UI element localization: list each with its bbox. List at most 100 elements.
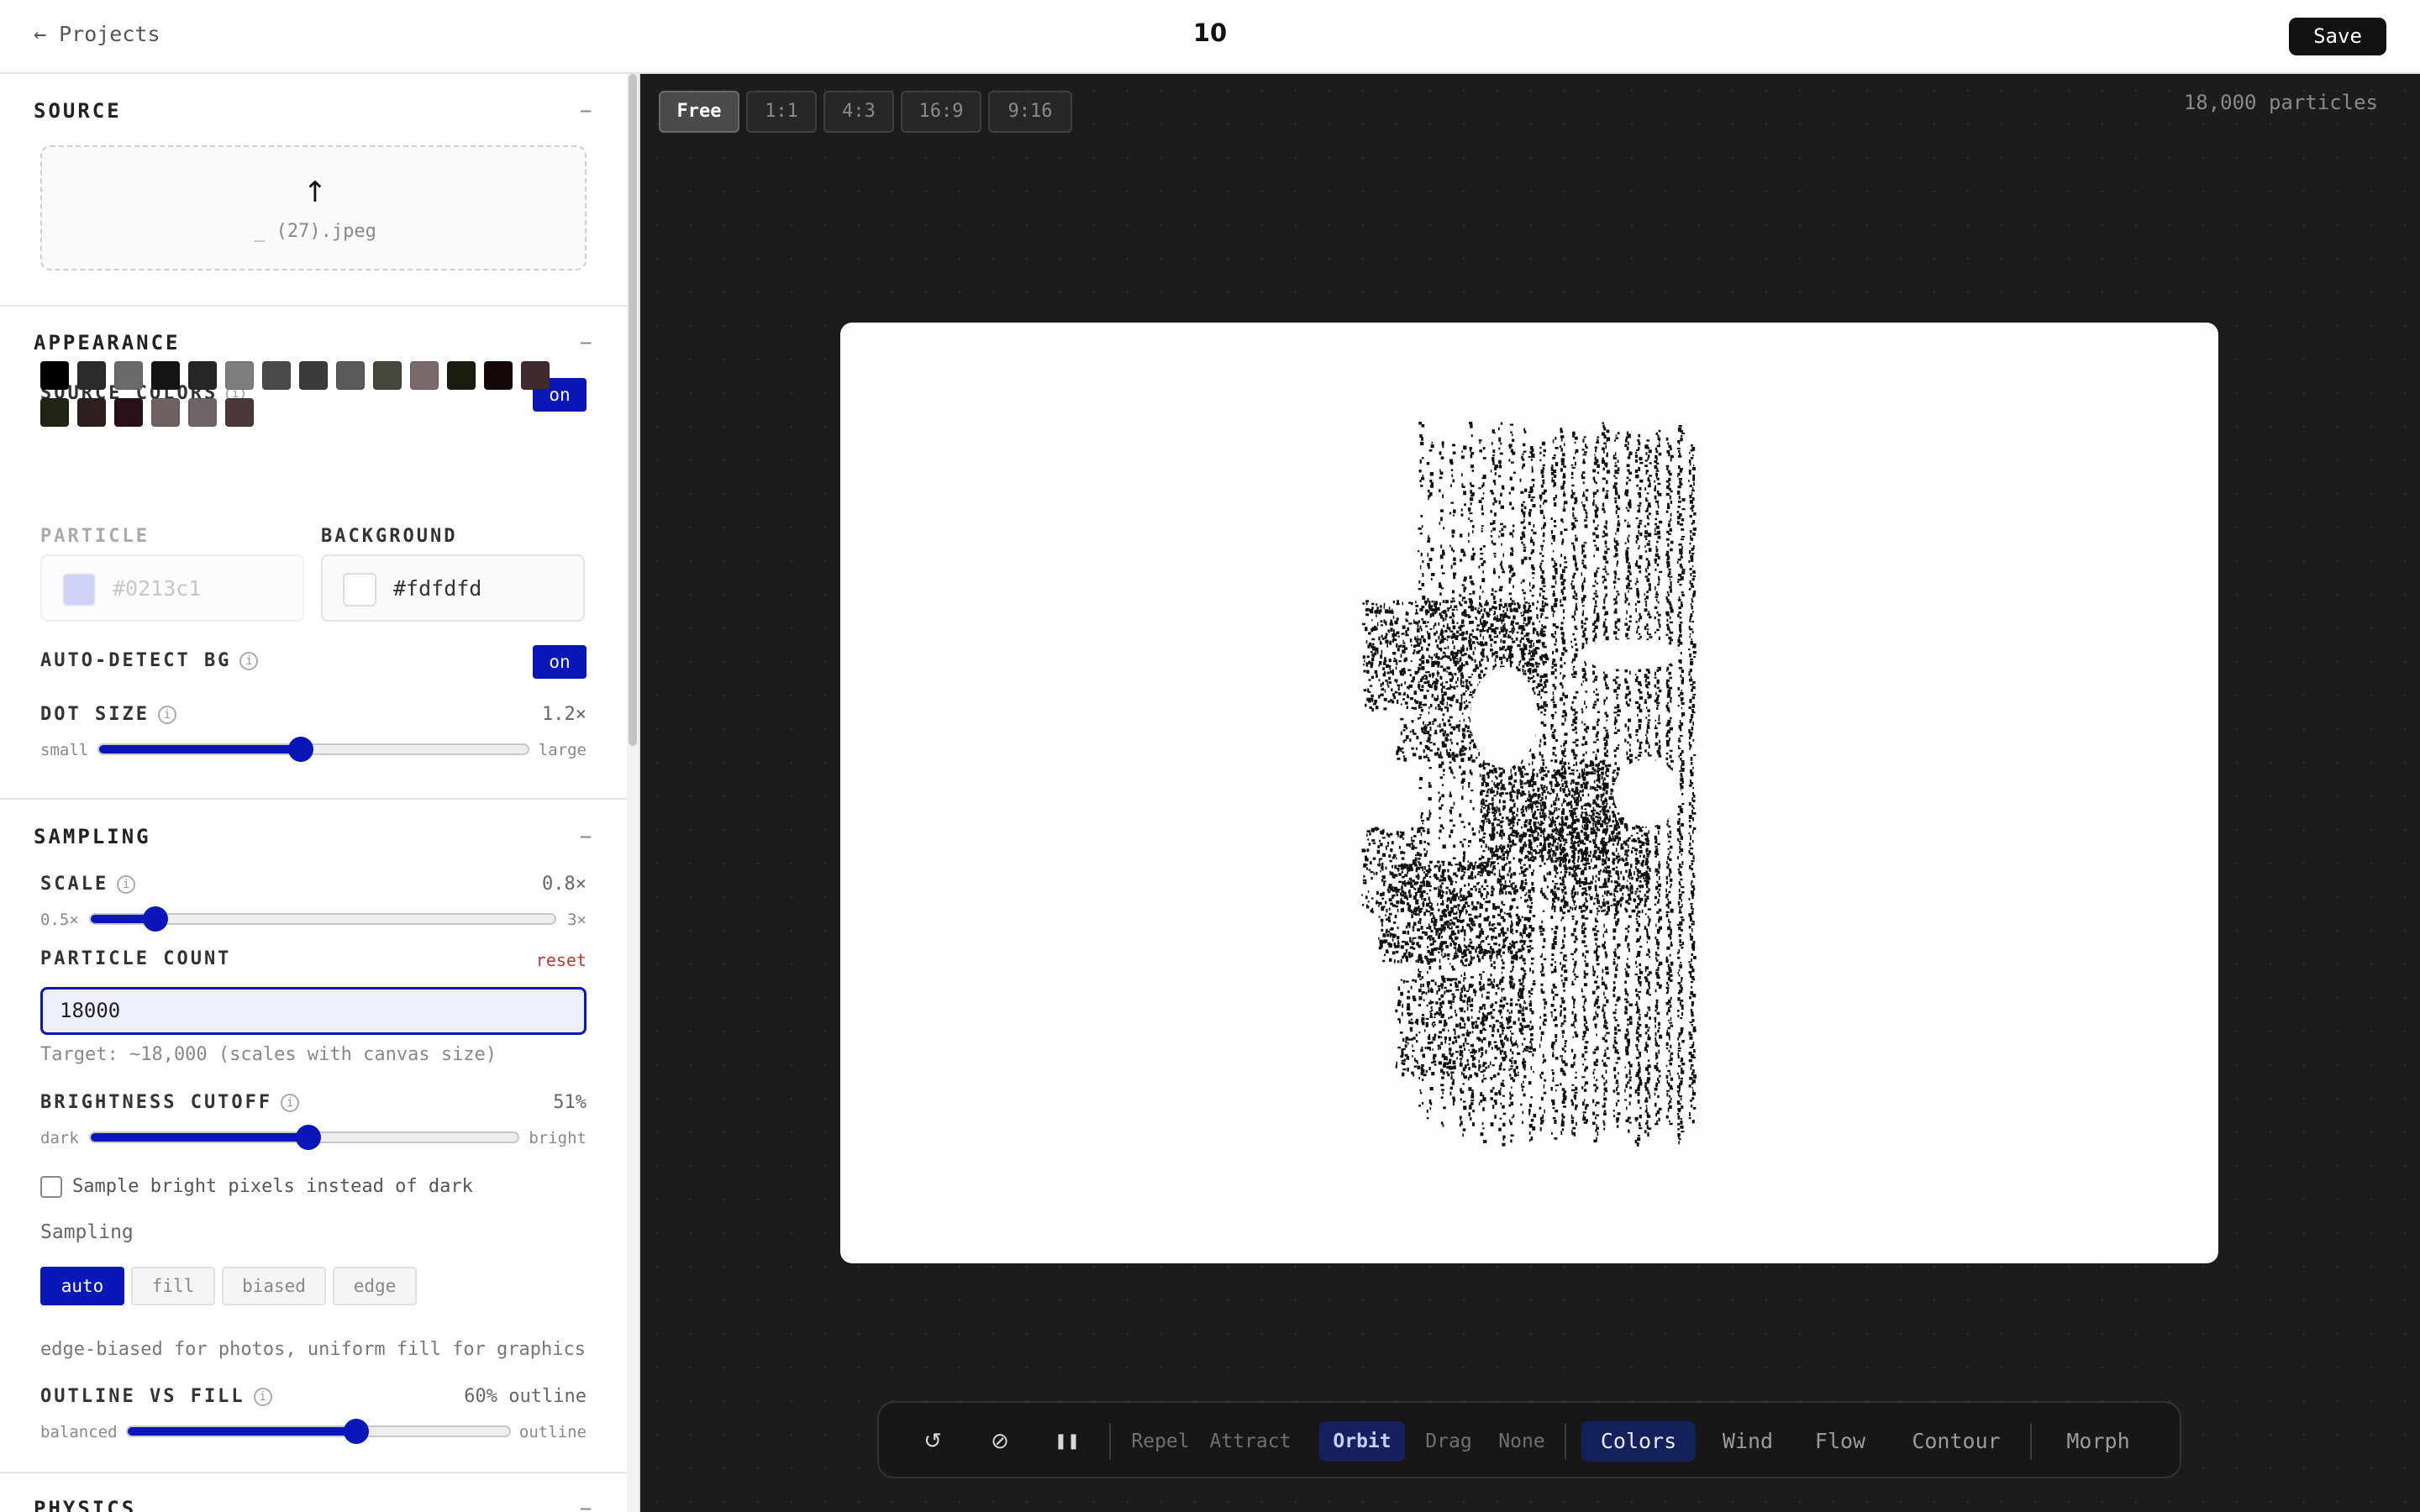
effect-colors-button[interactable]: Colors xyxy=(1581,1421,1696,1462)
background-color-hex[interactable]: #fdfdfd xyxy=(393,576,481,601)
slider-thumb[interactable] xyxy=(344,1419,370,1444)
aspect-ratio-16-9[interactable]: 16:9 xyxy=(901,91,981,133)
appearance-collapse-toggle[interactable]: − xyxy=(580,331,592,354)
effect-contour-button[interactable]: Contour xyxy=(1902,1421,2010,1462)
info-icon[interactable]: i xyxy=(157,706,176,724)
aspect-ratio-free[interactable]: Free xyxy=(659,91,739,133)
source-collapse-toggle[interactable]: − xyxy=(580,99,592,123)
highlight-gap xyxy=(1580,639,1681,669)
color-swatch[interactable] xyxy=(114,398,143,427)
color-swatch[interactable] xyxy=(40,398,69,427)
top-bar: ← Projects 10 Save xyxy=(0,0,2420,74)
particle-color-hex[interactable]: #0213c1 xyxy=(113,576,201,601)
outline-vs-fill-slider[interactable] xyxy=(126,1419,511,1444)
particle-color-field[interactable]: #0213c1 xyxy=(40,554,304,622)
sampling-heading: SAMPLING xyxy=(34,825,151,848)
effect-wind-button[interactable]: Wind xyxy=(1714,1421,1781,1462)
slider-thumb[interactable] xyxy=(143,906,169,932)
color-swatch[interactable] xyxy=(40,361,69,390)
sampling-mode-auto[interactable]: auto xyxy=(40,1267,124,1305)
sampling-mode-label: Sampling xyxy=(40,1221,134,1243)
sampling-mode-biased[interactable]: biased xyxy=(222,1267,326,1305)
upload-arrow-icon: ↑ xyxy=(302,176,328,209)
sampling-mode-fill[interactable]: fill xyxy=(131,1267,215,1305)
aspect-ratio-1-1[interactable]: 1:1 xyxy=(746,91,817,133)
background-color-field[interactable]: #fdfdfd xyxy=(321,554,585,622)
upload-dropzone[interactable]: ↑ _ (27).jpeg xyxy=(40,145,587,270)
mode-repel-button[interactable]: Repel xyxy=(1129,1421,1192,1462)
auto-detect-bg-label: AUTO-DETECT BG i xyxy=(40,650,259,671)
info-icon[interactable]: i xyxy=(253,1388,272,1406)
color-swatch[interactable] xyxy=(225,361,254,390)
sampling-collapse-toggle[interactable]: − xyxy=(580,825,592,848)
info-icon[interactable]: i xyxy=(239,652,259,670)
color-swatch[interactable] xyxy=(151,361,180,390)
color-swatch[interactable] xyxy=(336,361,365,390)
dot-size-label: DOT SIZE i xyxy=(40,704,176,725)
particle-count-hint: Target: ~18,000 (scales with canvas size… xyxy=(40,1044,497,1065)
particle-count-label: PARTICLE COUNT xyxy=(40,948,232,969)
save-button[interactable]: Save xyxy=(2289,18,2386,55)
color-swatch[interactable] xyxy=(77,361,106,390)
scale-slider[interactable] xyxy=(89,906,556,932)
sidebar-scrollbar[interactable] xyxy=(627,74,639,1512)
info-icon[interactable]: i xyxy=(117,875,136,894)
section-divider xyxy=(0,798,627,800)
scale-label: SCALE i xyxy=(40,874,136,895)
sample-bright-checkbox[interactable] xyxy=(40,1176,62,1198)
aspect-ratio-4-3[interactable]: 4:3 xyxy=(823,91,894,133)
section-divider xyxy=(0,1472,627,1473)
particle-canvas[interactable] xyxy=(840,323,2218,1263)
slider-fill xyxy=(91,1133,309,1142)
sidebar-scrollbar-thumb[interactable] xyxy=(629,74,637,746)
color-swatch[interactable] xyxy=(188,361,217,390)
particle-count-input[interactable]: 18000 xyxy=(40,987,587,1035)
brightness-cutoff-slider[interactable] xyxy=(89,1125,519,1150)
dot-size-min-label: small xyxy=(40,741,89,759)
aspect-ratio-9-16[interactable]: 9:16 xyxy=(988,91,1072,133)
source-heading: SOURCE xyxy=(34,99,122,123)
color-swatch[interactable] xyxy=(151,398,180,427)
sampling-mode-edge[interactable]: edge xyxy=(333,1267,417,1305)
color-swatch[interactable] xyxy=(484,361,513,390)
project-title: 10 xyxy=(1192,18,1228,47)
particle-count-reset-link[interactable]: reset xyxy=(536,950,587,970)
color-swatch[interactable] xyxy=(77,398,106,427)
info-icon[interactable]: i xyxy=(281,1094,300,1112)
mode-none-button[interactable]: None xyxy=(1494,1421,1549,1462)
mode-drag-button[interactable]: Drag xyxy=(1422,1421,1476,1462)
effect-flow-button[interactable]: Flow xyxy=(1807,1421,1874,1462)
color-swatch[interactable] xyxy=(262,361,291,390)
toolbar-separator xyxy=(1565,1423,1566,1460)
morph-button[interactable]: Morph xyxy=(2052,1421,2144,1462)
background-color-chip[interactable] xyxy=(343,573,376,606)
outline-vs-fill-label: OUTLINE VS FILL i xyxy=(40,1386,272,1407)
reset-icon[interactable]: ↺ xyxy=(913,1421,953,1462)
sample-bright-label[interactable]: Sample bright pixels instead of dark xyxy=(72,1176,473,1197)
color-swatch[interactable] xyxy=(373,361,402,390)
color-swatch[interactable] xyxy=(410,361,439,390)
clear-icon[interactable]: ⊘ xyxy=(980,1421,1020,1462)
auto-detect-bg-toggle[interactable]: on xyxy=(533,645,587,679)
outline-vs-fill-value: 60% outline xyxy=(464,1386,587,1407)
highlight-gap xyxy=(1470,667,1538,768)
section-divider xyxy=(0,305,627,307)
color-swatch[interactable] xyxy=(447,361,476,390)
mode-orbit-button[interactable]: Orbit xyxy=(1319,1421,1405,1462)
color-swatch[interactable] xyxy=(225,398,254,427)
color-swatch[interactable] xyxy=(188,398,217,427)
slider-thumb[interactable] xyxy=(296,1125,322,1150)
slider-thumb[interactable] xyxy=(287,737,313,762)
pause-icon[interactable]: ❚❚ xyxy=(1047,1421,1087,1462)
dot-size-slider[interactable] xyxy=(97,737,529,762)
toolbar-separator xyxy=(2030,1423,2032,1460)
toolbar-separator xyxy=(1109,1423,1111,1460)
color-swatch[interactable] xyxy=(114,361,143,390)
particle-color-chip[interactable] xyxy=(62,573,96,606)
mode-attract-button[interactable]: Attract xyxy=(1208,1421,1292,1462)
color-swatch[interactable] xyxy=(521,361,550,390)
particle-artwork xyxy=(1361,422,1697,1147)
color-swatch[interactable] xyxy=(299,361,328,390)
physics-collapse-toggle[interactable]: − xyxy=(580,1497,592,1512)
brightness-cutoff-label: BRIGHTNESS CUTOFF i xyxy=(40,1092,300,1113)
